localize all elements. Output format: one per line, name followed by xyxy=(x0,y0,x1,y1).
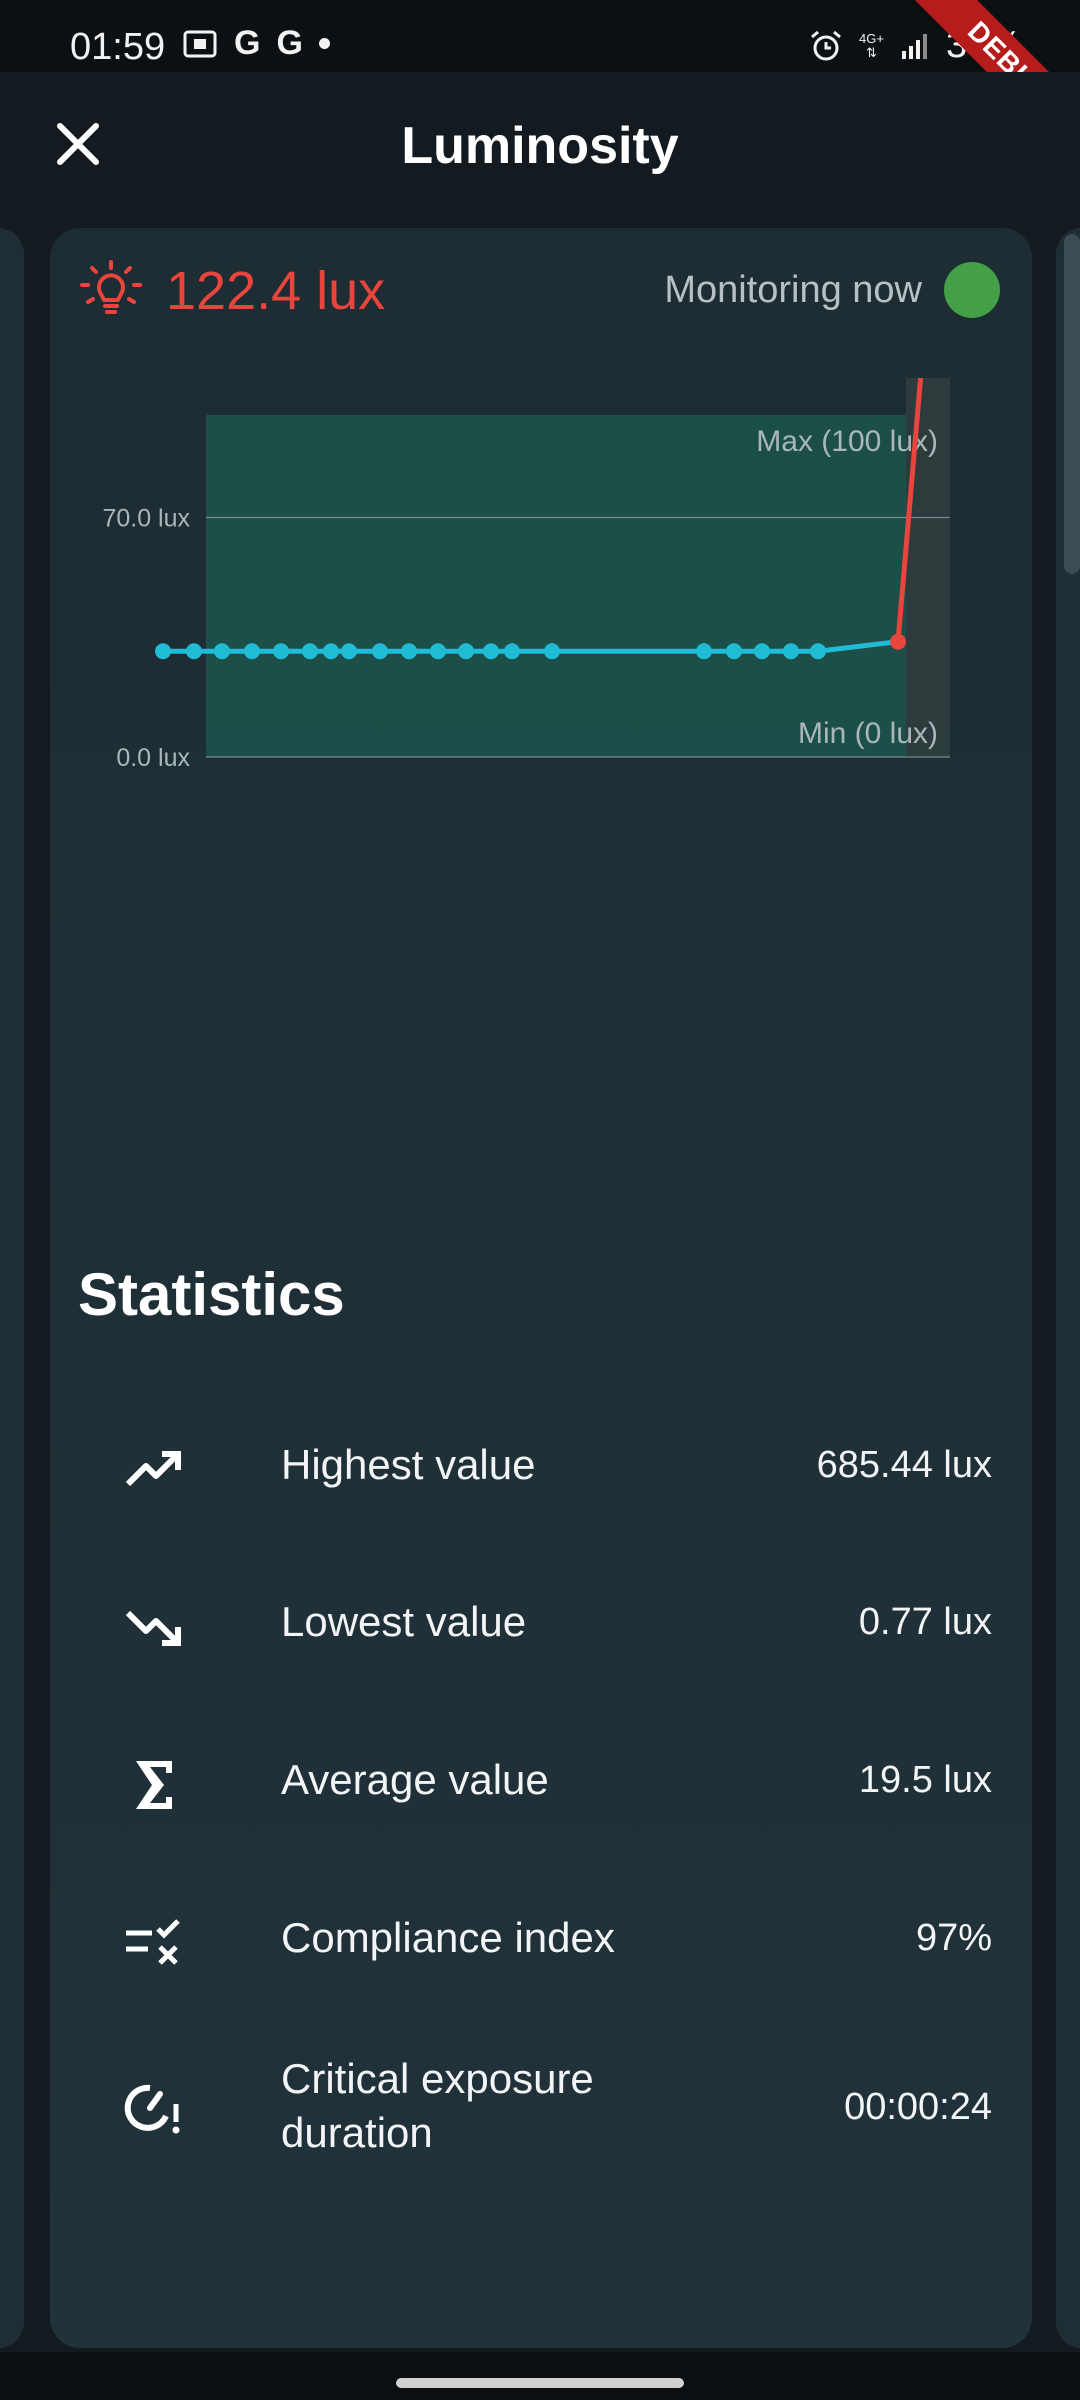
navigation-bar xyxy=(0,2352,1080,2400)
google-icon: G xyxy=(276,24,303,62)
trending-up-icon xyxy=(125,1451,181,1487)
current-reading: 122.4 lux xyxy=(78,258,385,324)
data-point-normal xyxy=(458,643,474,660)
data-point-normal xyxy=(504,643,520,660)
stat-row-critical-exposure: Critical exposure duration 00:00:24 xyxy=(50,2028,1032,2188)
stat-value: 685.44 lux xyxy=(816,1444,992,1486)
stat-value: 19.5 lux xyxy=(858,1759,992,1801)
data-point-normal xyxy=(155,643,171,660)
stat-row-average: Average value 19.5 lux xyxy=(50,1723,1032,1843)
stat-label: Critical exposure duration xyxy=(281,2055,594,2156)
stat-label: Lowest value xyxy=(281,1598,527,1645)
google-icon: G xyxy=(234,24,261,62)
data-point-normal xyxy=(810,643,826,660)
stat-row-compliance: Compliance index 97% xyxy=(50,1881,1032,2001)
page-title: Luminosity xyxy=(401,117,679,175)
screenshot-icon xyxy=(183,30,217,57)
threshold-band-rect xyxy=(206,414,906,757)
monitoring-label: Monitoring now xyxy=(664,268,922,311)
luminosity-card: 122.4 lux Monitoring now Max (100 lux) Mi… xyxy=(50,228,1032,2348)
data-point-normal xyxy=(783,643,799,660)
data-point-normal xyxy=(544,643,560,660)
network-4g-icon: 4G+ ⇅ xyxy=(859,30,884,60)
signal-icon xyxy=(901,33,927,59)
statistics-title: Statistics xyxy=(78,1261,345,1328)
bulb-icon xyxy=(80,260,142,314)
data-point-normal xyxy=(726,643,742,660)
status-left-icons: G G xyxy=(182,24,330,63)
current-value: 122.4 lux xyxy=(166,261,386,321)
data-point-normal xyxy=(186,643,202,660)
data-point-alert xyxy=(890,633,906,650)
stat-label: Highest value xyxy=(281,1441,536,1488)
data-point-normal xyxy=(696,643,712,660)
home-gesture-handle[interactable] xyxy=(396,2378,684,2388)
y-tick-label: 70.0 lux xyxy=(102,505,190,533)
dot-icon xyxy=(318,38,330,49)
y-tick-label: 0.0 lux xyxy=(116,744,190,772)
data-point-normal xyxy=(341,643,357,660)
band-min-label: Min (0 lux) xyxy=(798,717,938,750)
data-point-normal xyxy=(323,643,339,660)
app-bar: Luminosity xyxy=(0,72,1080,222)
threshold-band: Max (100 lux) Min (0 lux) xyxy=(206,378,950,757)
data-point-normal xyxy=(483,643,499,660)
data-point-normal xyxy=(273,643,289,660)
stat-label: Average value xyxy=(281,1756,549,1803)
checklist-icon xyxy=(126,1919,180,1965)
data-point-normal xyxy=(214,643,230,660)
timer-alert-icon xyxy=(124,2084,180,2134)
data-point-normal xyxy=(401,643,417,660)
data-point-normal xyxy=(372,643,388,660)
sigma-icon xyxy=(136,1761,172,1809)
status-indicator-dot xyxy=(944,262,1000,318)
data-point-normal xyxy=(430,643,446,660)
band-max-label: Max (100 lux) xyxy=(756,425,938,458)
data-point-normal xyxy=(244,643,260,660)
luminosity-chart: Max (100 lux) Min (0 lux) 0.0 lux 70.0 lux… xyxy=(102,378,950,772)
trending-down-icon xyxy=(125,1610,181,1646)
stat-value: 97% xyxy=(915,1917,992,1959)
previous-card-peek[interactable] xyxy=(0,228,24,2348)
stat-row-highest: Highest value 685.44 lux xyxy=(50,1408,1032,1528)
data-point-normal xyxy=(302,643,318,660)
stat-label: Compliance index xyxy=(281,1914,615,1961)
data-point-normal xyxy=(754,643,770,660)
status-bar: 01:59 G G 4G+ ⇅ 39% xyxy=(0,0,1080,72)
stat-value: 00:00:24 xyxy=(844,2086,992,2128)
monitoring-status: Monitoring now xyxy=(664,262,1000,318)
alarm-icon xyxy=(811,30,841,60)
stat-value: 0.77 lux xyxy=(858,1601,992,1643)
scrollbar[interactable] xyxy=(1064,234,1080,574)
status-time: 01:59 xyxy=(70,26,166,68)
stat-row-lowest: Lowest value 0.77 lux xyxy=(50,1565,1032,1685)
